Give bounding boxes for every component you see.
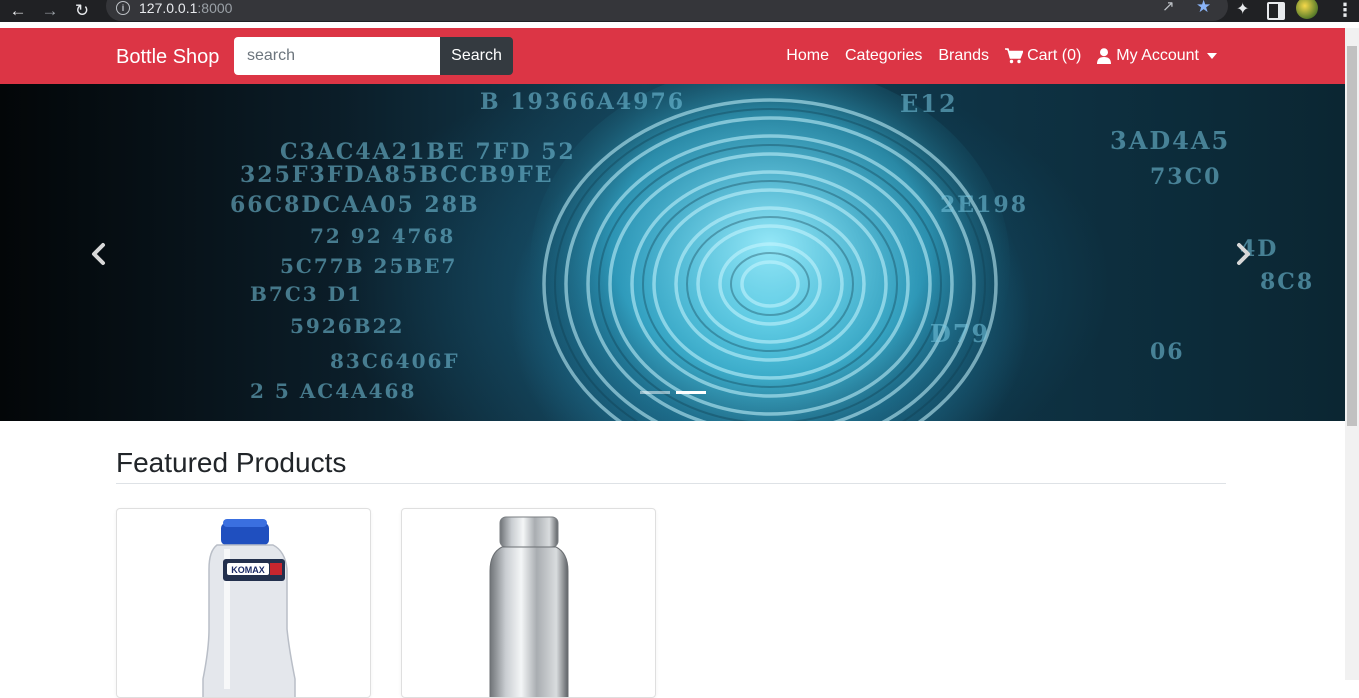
nav-brands[interactable]: Brands [938,46,989,66]
hex-code-text: 5C77B 25BE7 [280,254,458,278]
avatar[interactable] [1296,0,1318,19]
product-card[interactable]: KOMAX [116,508,371,698]
product-brand-label: KOMAX [231,565,265,575]
share-icon[interactable]: ↗ [1162,0,1175,15]
hex-code-text: 2 5 AC4A468 [250,379,417,403]
nav-categories[interactable]: Categories [845,46,922,66]
carousel-indicator[interactable] [676,391,706,394]
scrollbar[interactable] [1345,28,1359,680]
nav-links: Home Categories Brands Cart (0) My Accou… [786,46,1217,66]
hex-code-text: 72 92 4768 [310,224,456,248]
info-icon[interactable]: i [116,1,130,15]
hex-code-text: 3AD4A5 [1110,126,1231,155]
hex-code-text: 83C6406F [330,349,460,373]
scrollbar-thumb[interactable] [1347,46,1357,426]
nav-my-account[interactable]: My Account [1097,46,1217,66]
url-text[interactable]: 127.0.0.1:8000 [139,0,232,16]
hex-code-text: B7C3 D1 [250,282,363,306]
address-bar[interactable]: i 127.0.0.1:8000 ↗ ★ [106,0,1228,21]
user-icon [1097,48,1112,64]
star-icon[interactable]: ★ [1196,0,1211,15]
hex-code-text: 5926B22 [290,314,405,338]
search-input[interactable] [234,37,440,75]
carousel-next-button[interactable] [1232,239,1256,269]
forward-icon[interactable]: → [40,1,60,21]
chevron-left-icon [92,243,105,265]
reload-icon[interactable]: ↻ [72,1,92,21]
cart-icon [1005,48,1024,64]
back-icon[interactable]: ← [8,1,28,21]
hex-code-text: E12 [900,89,958,118]
carousel-prev-button[interactable] [86,239,110,269]
browser-toolbar: ← → ↻ i 127.0.0.1:8000 ↗ ★ ✦ ⋮ [0,0,1359,22]
divider [116,483,1226,484]
fingerprint-image [530,84,1010,421]
extensions-icon[interactable]: ✦ [1236,1,1249,19]
hex-code-text: 73C0 [1150,164,1222,190]
hex-code-text: 2E198 [940,192,1028,218]
carousel-indicators [640,391,706,394]
search-button[interactable]: Search [440,37,513,75]
carousel-indicator[interactable] [640,391,670,394]
hex-code-text: B 19366A4976 [480,89,686,115]
chevron-down-icon [1207,53,1217,59]
side-panel-icon[interactable] [1267,2,1285,20]
product-image[interactable]: KOMAX [117,509,371,698]
menu-icon[interactable]: ⋮ [1336,0,1354,20]
hero-carousel: B 19366A4976 C3AC4A21BE 7FD 52 325F3FDA85B… [0,84,1345,421]
nav-home[interactable]: Home [786,46,829,66]
nav-cart[interactable]: Cart (0) [1005,46,1081,66]
hex-code-text: 06 [1150,339,1185,365]
product-image[interactable] [402,509,656,698]
account-label: My Account [1116,47,1199,64]
cart-label: Cart (0) [1027,47,1082,64]
brand-link[interactable]: Bottle Shop [116,45,219,69]
chevron-right-icon [1237,243,1250,265]
hex-code-text: 8C8 [1260,269,1315,295]
section-title: Featured Products [116,447,347,478]
product-card[interactable] [401,508,656,698]
hex-code-text: D79 [930,319,991,348]
hex-code-text: 325F3FDA85BCCB9FE [240,162,554,188]
hex-code-text: 66C8DCAA05 28B [230,192,480,218]
navbar: Bottle Shop Search Home Categories Brand… [0,28,1345,84]
